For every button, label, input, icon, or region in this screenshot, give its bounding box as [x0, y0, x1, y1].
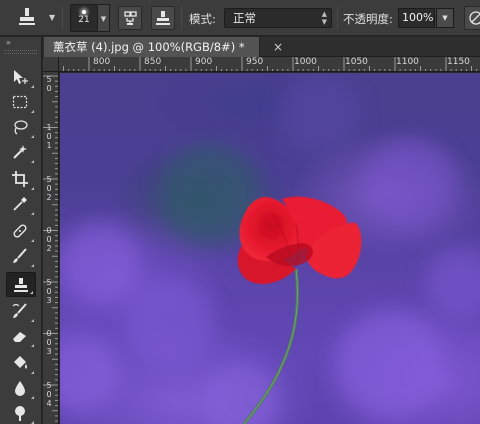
- ruler-label: 3: [46, 295, 52, 305]
- bandage-icon: [13, 224, 27, 238]
- ruler-label: 1: [46, 123, 52, 132]
- separator: [62, 6, 63, 30]
- dodge-icon: [15, 406, 25, 421]
- options-bar: ▼ 21 ▼ 模式: 正常 ▲ ▼ 不透明度: 100% ▼: [0, 0, 480, 36]
- ruler-label: 0: [46, 226, 52, 235]
- close-icon[interactable]: ×: [273, 37, 283, 57]
- pressure-opacity-button[interactable]: [464, 6, 480, 30]
- ruler-label: 5: [46, 277, 52, 287]
- horizontal-ruler[interactable]: 800 850 900 950 1000 1050 1100 1150: [59, 57, 480, 72]
- ruler-label: 2: [46, 244, 52, 253]
- ruler-label: 3: [46, 347, 52, 356]
- mode-value: 正常: [233, 11, 256, 25]
- blur-drop-icon: [15, 381, 25, 396]
- eraser-tool[interactable]: [6, 324, 36, 349]
- mode-label: 模式:: [189, 12, 216, 26]
- blur-tool[interactable]: [6, 376, 36, 401]
- ruler-label: 1150: [447, 57, 470, 67]
- mode-select[interactable]: 正常 ▲ ▼: [224, 8, 332, 28]
- brush-tool[interactable]: [6, 244, 36, 269]
- clone-stamp-icon: [19, 8, 35, 25]
- collapse-toolbox-button[interactable]: »: [6, 38, 11, 47]
- ruler-label: 5: [46, 380, 52, 390]
- opacity-label: 不透明度:: [343, 12, 393, 26]
- marquee-icon: [12, 95, 28, 109]
- ruler-label: 1000: [294, 57, 317, 67]
- ruler-label: 0: [46, 132, 52, 141]
- image-canvas[interactable]: [60, 73, 480, 424]
- ruler-label: 800: [93, 57, 111, 67]
- ruler-label: 850: [144, 57, 162, 67]
- opacity-input[interactable]: 100%: [398, 8, 435, 28]
- paint-bucket-tool[interactable]: [6, 351, 36, 376]
- move-tool[interactable]: [6, 65, 36, 90]
- document-tab-title: 薰衣草 (4).jpg @ 100%(RGB/8#) *: [53, 40, 245, 54]
- chevron-down-icon: ▼: [49, 13, 56, 22]
- ruler-label: 1100: [396, 57, 419, 67]
- ruler-label: 900: [195, 57, 213, 67]
- opacity-slider-dropdown[interactable]: ▼: [436, 8, 454, 28]
- ruler-label: 5: [46, 75, 52, 84]
- move-icon: [14, 70, 28, 84]
- ruler-label: 0: [46, 389, 52, 399]
- history-brush-icon: [12, 303, 27, 318]
- rectangular-marquee-tool[interactable]: [6, 90, 36, 115]
- healing-brush-tool[interactable]: [6, 219, 36, 244]
- toggle-brush-panel-button[interactable]: [151, 6, 175, 30]
- clone-stamp-icon: [14, 278, 28, 292]
- clone-source-panel-icon: [124, 11, 137, 25]
- ruler-label: 950: [246, 57, 264, 67]
- ruler-label: 0: [46, 183, 52, 193]
- brush-icon: [13, 248, 27, 263]
- magic-wand-tool[interactable]: [6, 140, 36, 165]
- tool-preset-picker[interactable]: ▼: [16, 6, 56, 30]
- crop-icon: [12, 171, 28, 187]
- toolbox: »: [0, 37, 42, 424]
- pressure-opacity-icon: [469, 11, 480, 25]
- ruler-label: 0: [46, 338, 52, 347]
- paint-bucket-icon: [14, 356, 27, 369]
- updown-arrows-icon: ▲ ▼: [321, 10, 327, 26]
- poppy-photo: [60, 73, 480, 424]
- ruler-label: 4: [46, 398, 52, 408]
- ruler-label: 1050: [345, 57, 368, 67]
- ruler-origin[interactable]: [43, 57, 59, 72]
- separator: [181, 6, 182, 30]
- ruler-label: 5: [46, 174, 52, 184]
- brush-size-value: 21: [78, 15, 90, 25]
- magic-wand-icon: [13, 145, 27, 159]
- ruler-label: 0: [46, 84, 52, 93]
- ruler-label: 0: [46, 329, 52, 338]
- document-tab[interactable]: 薰衣草 (4).jpg @ 100%(RGB/8#) * ×: [44, 37, 283, 58]
- eyedropper-tool[interactable]: [6, 192, 36, 217]
- poppy-flower: [237, 196, 362, 284]
- eraser-icon: [13, 332, 26, 342]
- lasso-tool[interactable]: [6, 115, 36, 140]
- ruler-label: 1: [46, 141, 52, 150]
- ruler-label: 0: [46, 286, 52, 296]
- brush-tip-icon: [82, 10, 86, 14]
- document-tab-bar: 薰衣草 (4).jpg @ 100%(RGB/8#) * ×: [43, 37, 480, 58]
- history-brush-tool[interactable]: [6, 299, 36, 324]
- dodge-tool[interactable]: [6, 401, 36, 424]
- ruler-label: 2: [46, 192, 52, 202]
- separator: [337, 6, 338, 30]
- eyedropper-icon: [13, 197, 27, 211]
- lasso-icon: [14, 120, 28, 135]
- brush-panel-icon: [156, 11, 170, 25]
- toolbox-grip[interactable]: [4, 50, 37, 54]
- ruler-label: 0: [46, 235, 52, 244]
- crop-tool[interactable]: [6, 167, 36, 192]
- brush-preset-picker[interactable]: 21: [70, 4, 98, 32]
- brush-preset-dropdown[interactable]: ▼: [98, 4, 110, 32]
- clone-stamp-tool[interactable]: [6, 272, 36, 297]
- vertical-ruler[interactable]: 50101502002503003504: [43, 72, 59, 424]
- toggle-clone-source-panel-button[interactable]: [118, 6, 142, 30]
